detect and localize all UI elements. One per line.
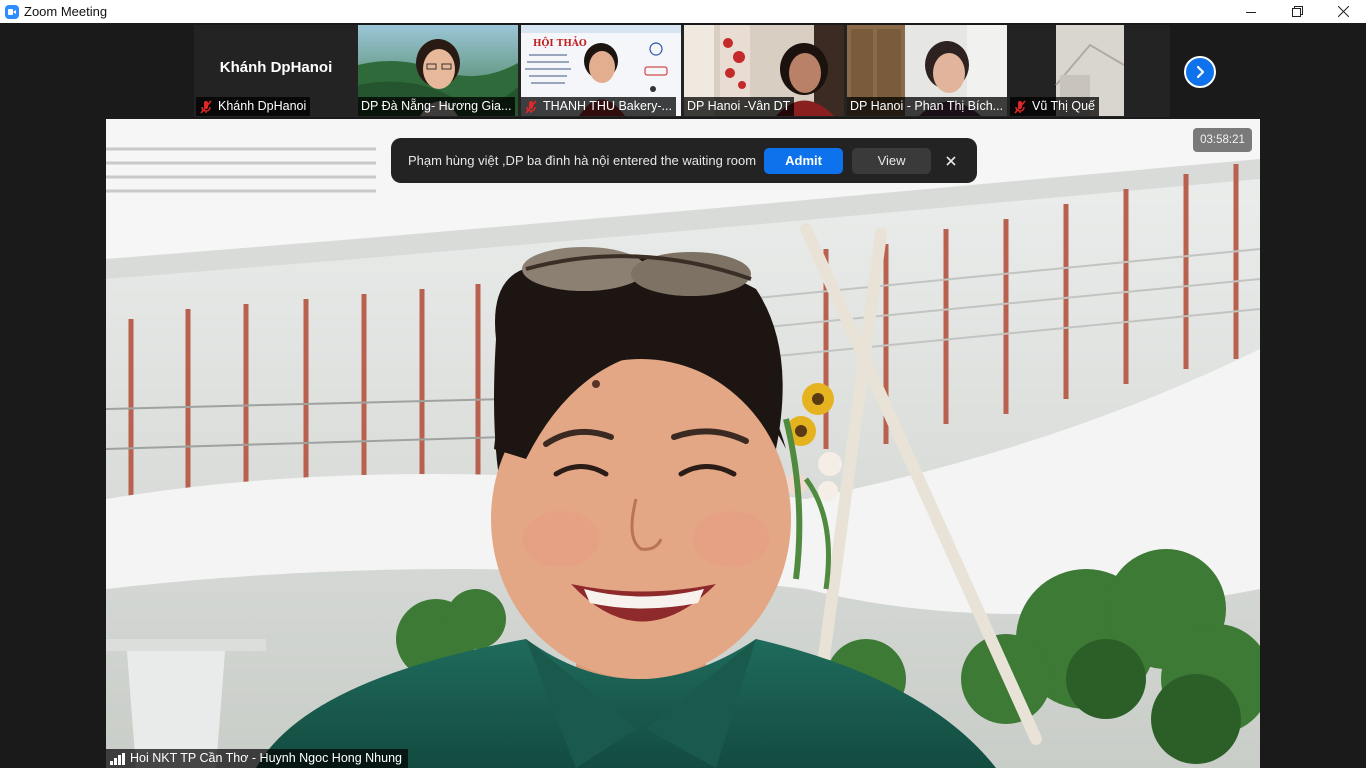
participant-label: DP Hanoi -Vân DT <box>687 99 791 113</box>
participant-tile[interactable]: DP Hanoi - Phan Thị Bích... <box>847 25 1007 116</box>
participant-tile[interactable]: DP Đà Nẵng- Hương Gia... <box>358 25 518 116</box>
close-icon <box>1337 6 1349 17</box>
view-button[interactable]: View <box>852 147 932 174</box>
title-bar: Zoom Meeting <box>0 0 1366 23</box>
window-controls <box>1228 0 1366 23</box>
participant-label: THANH THU Bakery-... <box>543 99 672 113</box>
dismiss-notification-button[interactable] <box>943 153 959 169</box>
recording-timer: 03:58:21 <box>1193 128 1252 152</box>
mic-muted-icon <box>1014 99 1026 114</box>
speaker-name: Hoi NKT TP Cần Thơ - Huynh Ngoc Hong Nhu… <box>130 751 402 765</box>
participant-label: DP Đà Nẵng- Hương Gia... <box>361 99 512 113</box>
next-page-button[interactable] <box>1184 56 1216 88</box>
admit-button[interactable]: Admit <box>764 147 844 174</box>
participant-name-tag: Khánh DpHanoi <box>196 97 311 116</box>
slide-title: HỘI THẢO <box>533 39 587 49</box>
speaker-name-tag: Hoi NKT TP Cần Thơ - Huynh Ngoc Hong Nhu… <box>106 749 408 768</box>
participant-tile[interactable]: HỘI THẢO THANH THU Bakery-... <box>521 25 681 116</box>
participant-tile[interactable]: Vũ Thị Quế <box>1010 25 1124 116</box>
active-speaker-video <box>106 119 1260 768</box>
participant-label: Vũ Thị Quế <box>1032 99 1096 113</box>
participant-tile-self[interactable]: Khánh DpHanoi Khánh DpHanoi <box>196 25 356 116</box>
participant-label: DP Hanoi - Phan Thị Bích... <box>850 99 1004 113</box>
zoom-app-icon <box>5 4 19 19</box>
signal-strength-icon <box>110 752 125 765</box>
restore-button[interactable] <box>1274 0 1320 23</box>
notification-message: Phạm hùng việt ,DP ba đình hà nội entere… <box>408 153 757 168</box>
waiting-room-notification: Phạm hùng việt ,DP ba đình hà nội entere… <box>391 138 977 183</box>
minimize-button[interactable] <box>1228 0 1274 23</box>
mic-muted-icon <box>525 99 537 114</box>
mic-muted-icon <box>200 99 212 114</box>
participant-label: Khánh DpHanoi <box>218 99 307 113</box>
participant-name-tag: DP Hanoi -Vân DT <box>684 97 795 116</box>
window-title: Zoom Meeting <box>24 4 108 19</box>
speaker-video-frame <box>106 119 1260 768</box>
participant-strip: Khánh DpHanoi Khánh DpHanoi DP Đà Nẵng- … <box>0 23 1366 119</box>
restore-icon <box>1291 6 1303 17</box>
participant-name-tag: Vũ Thị Quế <box>1010 97 1100 116</box>
minimize-icon <box>1246 11 1256 13</box>
close-icon <box>946 155 956 166</box>
close-window-button[interactable] <box>1320 0 1366 23</box>
participant-tile[interactable]: DP Hanoi -Vân DT <box>684 25 844 116</box>
participant-name-tag: THANH THU Bakery-... <box>521 97 676 116</box>
participant-name-tag: DP Đà Nẵng- Hương Gia... <box>358 97 516 116</box>
participant-name-tag: DP Hanoi - Phan Thị Bích... <box>847 97 1007 116</box>
chevron-right-icon <box>1196 65 1205 79</box>
self-display-name: Khánh DpHanoi <box>219 59 333 76</box>
